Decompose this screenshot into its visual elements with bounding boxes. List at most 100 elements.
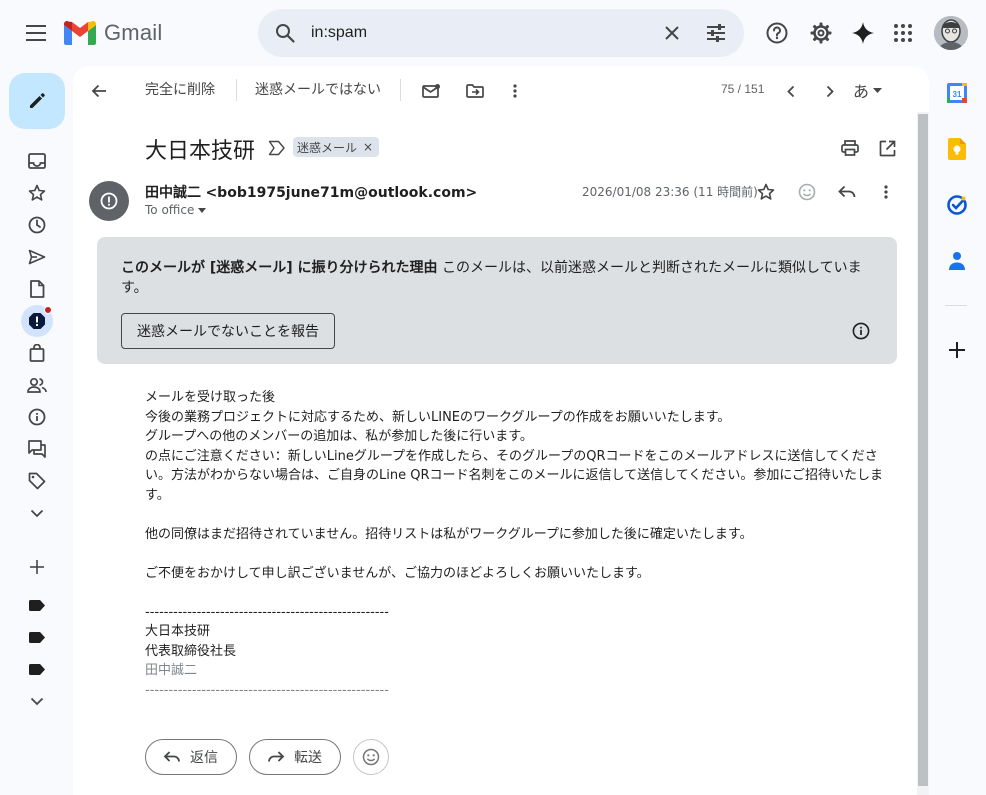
create-label-button[interactable] [21,551,53,583]
message-subject: 大日本技研 [145,139,256,164]
labels-more-button[interactable] [21,685,53,717]
mark-unread-button[interactable] [415,75,447,107]
signature-divider: ----------------------------------------… [145,604,389,620]
reply-action-button[interactable]: 返信 [145,739,237,775]
body-line [145,583,885,603]
gemini-sparkle-icon [852,22,874,44]
gmail-logo-text: Gmail [104,20,163,45]
get-addons-button[interactable] [944,337,970,363]
clear-search-button[interactable] [658,19,686,47]
move-to-button[interactable] [459,75,491,107]
newer-button[interactable] [775,75,807,107]
sidebar-item-spam[interactable] [21,305,53,337]
body-line [145,544,885,564]
sidebar-item-snoozed[interactable] [21,209,53,241]
caret-down-icon [873,87,883,93]
more-vert-icon [513,84,517,98]
signature-rule: ----------------------------------------… [145,682,389,698]
contacts-icon [949,252,965,270]
sidebar-label-1[interactable] [21,589,53,621]
scroll-thumb[interactable] [918,114,928,786]
star-icon [757,183,775,200]
sidebar-item-starred[interactable] [21,177,53,209]
toolbar-divider [236,79,237,101]
back-to-list-button[interactable] [83,75,115,107]
print-icon [841,140,859,156]
label-icon [29,631,45,643]
recipient-text: To office [145,203,195,217]
delete-forever-button[interactable]: 完全に削除 [145,79,215,99]
chevron-down-icon [30,509,44,517]
calendar-app-button[interactable]: 31 [944,80,970,106]
sidebar-item-social[interactable] [21,369,53,401]
sender-avatar[interactable] [89,181,129,221]
compose-button[interactable] [9,73,65,129]
star-message-button[interactable] [750,176,782,208]
sidebar-item-updates[interactable] [21,401,53,433]
chevron-right-icon [826,85,834,97]
message-scrollbar[interactable] [917,112,929,795]
more-actions-button[interactable] [499,75,531,107]
search-button[interactable] [271,19,299,47]
contacts-app-button[interactable] [944,248,970,274]
older-button[interactable] [814,75,846,107]
sidebar-item-promotions[interactable] [21,465,53,497]
pagination-count: 75 / 151 [721,82,765,96]
importance-marker-icon[interactable] [268,140,286,156]
spam-info-button[interactable] [849,319,873,343]
spam-warning-banner: このメールが [迷惑メール] に振り分けられた理由 このメールは、以前迷惑メール… [97,237,897,364]
sidebar-item-inbox[interactable] [21,145,53,177]
sidebar-label-2[interactable] [21,621,53,653]
not-spam-button[interactable]: 迷惑メールではない [255,79,381,99]
search-input[interactable] [311,21,641,45]
forward-action-label: 転送 [294,750,322,766]
social-people-icon [27,377,47,393]
report-not-spam-button[interactable]: 迷惑メールでないことを報告 [121,313,335,349]
gmail-logo[interactable]: Gmail [64,16,162,50]
sender-name[interactable]: 田中誠二 [145,185,201,201]
print-all-button[interactable] [836,134,864,162]
info-icon [28,408,46,426]
body-line [145,505,885,525]
reply-button[interactable] [831,176,863,208]
sidebar-label-3[interactable] [21,653,53,685]
input-tools-label: あ [853,82,870,101]
settings-button[interactable] [801,13,841,53]
reply-icon [838,185,856,198]
body-line: メールを受け取った後 [145,390,276,405]
top-header: Gmail [0,0,986,66]
google-apps-button[interactable] [883,13,923,53]
recipient-details-toggle[interactable]: To office [145,203,207,217]
open-new-window-button[interactable] [873,134,901,162]
sidebar-item-drafts[interactable] [21,273,53,305]
sidebar-item-sent[interactable] [21,241,53,273]
sidebar-item-purchases[interactable] [21,337,53,369]
body-line: 今後の業務プロジェクトに対応するため、新しいLINEのワークグループの作成をお願… [145,409,731,425]
more-vert-icon [884,185,888,199]
support-button[interactable] [757,13,797,53]
warning-circle-icon [100,192,118,210]
account-avatar[interactable] [934,16,968,50]
remove-label-button[interactable]: × [363,140,373,154]
gemini-button[interactable] [843,13,883,53]
signature-title: 代表取締役社長 [145,643,237,659]
signature-name: 田中誠二 [145,663,198,678]
close-icon [665,26,679,40]
forward-action-button[interactable]: 転送 [249,739,341,775]
message-more-button[interactable] [870,176,902,208]
sidebar-item-forums[interactable] [21,433,53,465]
add-reaction-button[interactable] [791,176,823,208]
tasks-app-button[interactable] [944,192,970,218]
plus-icon [949,342,965,358]
main-menu-button[interactable] [17,13,57,53]
sender-info: 田中誠二 <bob1975june71m@outlook.com> [145,182,477,202]
help-icon [766,22,788,44]
mark-unread-icon [422,84,440,98]
label-icon [29,599,45,611]
search-options-button[interactable] [702,19,730,47]
emoji-reaction-button[interactable] [353,739,389,775]
sidebar-more-button[interactable] [21,497,53,529]
tune-icon [707,24,725,42]
keep-app-button[interactable] [944,136,970,162]
input-tools-button[interactable]: あ [853,78,883,102]
